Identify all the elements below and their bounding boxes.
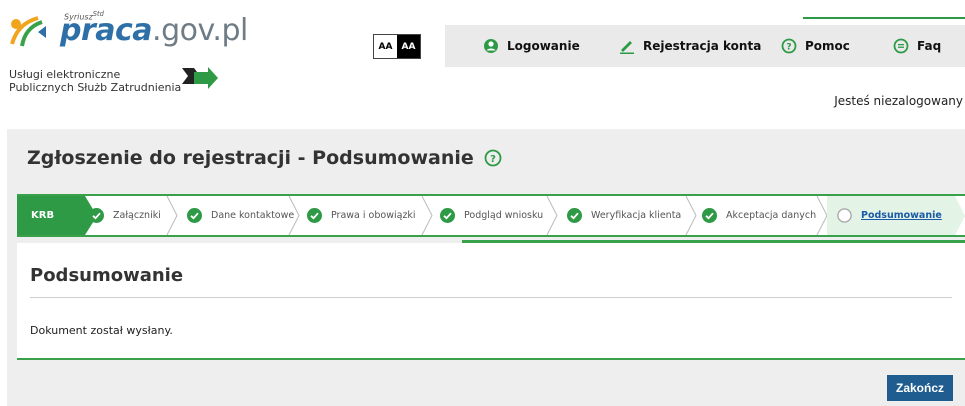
contrast-normal-button[interactable]: AA	[374, 35, 397, 58]
step-application-preview[interactable]: Podgląd wniosku	[440, 196, 543, 235]
svg-text:?: ?	[490, 154, 496, 165]
check-circle-icon	[567, 208, 582, 223]
contrast-high-button[interactable]: AA	[397, 35, 420, 58]
top-nav: Logowanie Rejestracja konta ? Pomoc Faq	[445, 25, 965, 67]
step-data-acceptance[interactable]: Akceptacja danych	[702, 196, 816, 235]
finish-button[interactable]: Zakończ	[887, 375, 953, 401]
praca-gov-logo[interactable]: SyriuszStd praca.gov.pl	[8, 10, 248, 50]
step-attachments[interactable]: Załączniki	[89, 196, 161, 235]
site-header: SyriuszStd praca.gov.pl Usługi elektroni…	[0, 0, 965, 120]
check-circle-icon	[702, 208, 717, 223]
status-message: Dokument został wysłany.	[30, 324, 173, 337]
divider	[30, 297, 952, 298]
step-summary[interactable]: Podsumowanie	[837, 196, 942, 235]
nav-register[interactable]: Rejestracja konta	[619, 25, 761, 67]
step-client-verification[interactable]: Weryfikacja klienta	[567, 196, 681, 235]
tagline: Usługi elektroniczne Publicznych Służb Z…	[9, 68, 182, 94]
section-heading: Podsumowanie	[30, 265, 184, 286]
chevron-right-icon	[288, 196, 300, 235]
logo-wordmark: praca.gov.pl	[60, 13, 248, 48]
chevron-right-icon	[685, 196, 697, 235]
contrast-switch: AA AA	[373, 34, 421, 59]
login-status: Jesteś niezalogowany	[834, 94, 963, 108]
user-circle-icon	[484, 39, 498, 53]
step-contact-data[interactable]: Dane kontaktowe	[187, 196, 294, 235]
nav-help[interactable]: ? Pomoc	[781, 25, 850, 67]
step-rights-obligations[interactable]: Prawa i obowiązki	[307, 196, 416, 235]
check-circle-icon	[307, 208, 322, 223]
check-circle-icon	[187, 208, 202, 223]
main-panel: Zgłoszenie do rejestracji - Podsumowanie…	[7, 129, 965, 406]
top-accent-line	[803, 17, 965, 19]
nav-login[interactable]: Logowanie	[483, 25, 580, 67]
help-circle-icon: ?	[781, 38, 797, 54]
wizard-steps: KRB Załączniki Dane kontaktowe Prawa i o…	[17, 194, 965, 237]
logo-mark-icon	[10, 16, 46, 47]
chevron-right-icon	[166, 196, 178, 235]
pencil-icon	[620, 41, 634, 54]
check-circle-icon	[440, 208, 455, 223]
svg-text:?: ?	[786, 43, 791, 53]
page-title: Zgłoszenie do rejestracji - Podsumowanie…	[27, 147, 502, 169]
chat-bubble-icon	[893, 38, 909, 54]
chevron-right-icon	[421, 196, 433, 235]
psz-arrows-icon	[182, 67, 218, 89]
step-current-arrow	[955, 196, 965, 235]
summary-content: Podsumowanie Dokument został wysłany.	[17, 243, 965, 360]
empty-circle-icon	[837, 208, 852, 223]
check-circle-icon	[89, 208, 104, 223]
help-circle-icon[interactable]: ?	[484, 149, 502, 167]
chevron-right-icon	[546, 196, 558, 235]
step-krb: KRB	[17, 196, 85, 235]
nav-faq[interactable]: Faq	[893, 25, 941, 67]
